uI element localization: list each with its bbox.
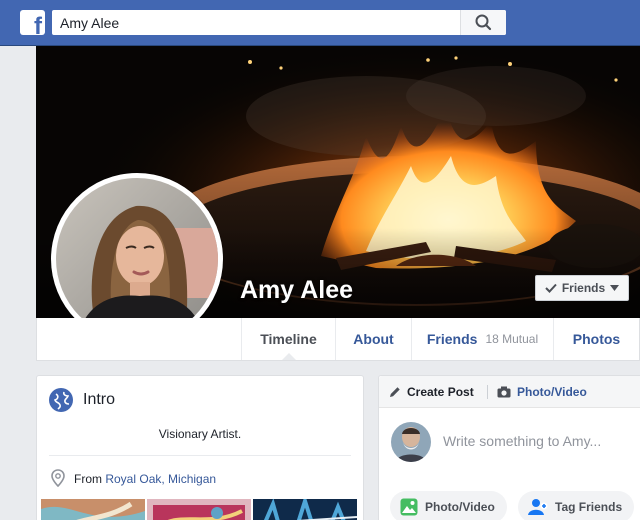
photo-video-button[interactable]: Photo/Video <box>390 491 507 520</box>
tab-about[interactable]: About <box>335 318 411 360</box>
art-thumbnail-image <box>41 499 145 520</box>
facebook-logo[interactable]: f <box>20 10 45 35</box>
tab-timeline[interactable]: Timeline <box>241 318 335 360</box>
search-box <box>52 10 506 35</box>
pencil-icon <box>390 387 400 397</box>
tab-timeline-label: Timeline <box>260 331 317 347</box>
search-input[interactable] <box>52 10 458 35</box>
intro-title: Intro <box>83 391 116 408</box>
photo-thumbnail[interactable] <box>147 499 251 520</box>
caret-down-icon <box>610 285 620 291</box>
tag-friends-button-label: Tag Friends <box>555 500 623 514</box>
intro-bio: Visionary Artist. <box>158 427 242 441</box>
tag-friends-button[interactable]: Tag Friends <box>518 491 635 520</box>
checkmark-icon <box>545 283 557 293</box>
tab-photos-label: Photos <box>572 331 621 347</box>
intro-divider <box>49 455 351 456</box>
photo-thumbnail[interactable] <box>41 499 145 520</box>
intro-card: Intro Visionary Artist. From Royal Oak, … <box>36 375 364 520</box>
location-pin-icon <box>51 469 65 487</box>
photo-video-button-label: Photo/Video <box>425 500 495 514</box>
mutual-friends-count: 18 Mutual <box>485 332 539 346</box>
profile-navigation: Timeline About Friends 18 Mutual Photos <box>36 318 640 361</box>
tab-friends-label: Friends <box>426 331 478 347</box>
photo-video-tab[interactable]: Photo/Video <box>497 376 587 408</box>
photo-icon <box>400 498 418 516</box>
photo-thumbnail[interactable] <box>253 499 357 520</box>
photo-video-tab-label: Photo/Video <box>517 385 587 399</box>
search-button[interactable] <box>460 10 506 35</box>
user-avatar-image <box>391 422 431 462</box>
tab-friends[interactable]: Friends 18 Mutual <box>411 318 553 360</box>
globe-icon <box>49 388 73 412</box>
tag-friends-icon <box>528 499 548 515</box>
tab-photos[interactable]: Photos <box>553 318 639 360</box>
composer-header: Create Post Photo/Video <box>379 376 640 408</box>
create-post-label: Create Post <box>407 385 474 399</box>
friends-button[interactable]: Friends <box>535 275 629 301</box>
art-thumbnail-image <box>147 499 251 520</box>
tab-about-label: About <box>353 331 394 347</box>
profile-photo-image <box>56 178 218 340</box>
friends-button-label: Friends <box>561 281 606 295</box>
composer-input[interactable] <box>443 426 640 456</box>
profile-name[interactable]: Amy Alee <box>240 276 353 305</box>
search-icon <box>475 14 492 31</box>
from-prefix: From <box>74 472 106 486</box>
art-thumbnail-image <box>253 499 357 520</box>
camera-icon <box>497 386 511 398</box>
hometown-link[interactable]: Royal Oak, Michigan <box>105 472 216 486</box>
create-post-tab[interactable]: Create Post <box>389 376 474 408</box>
top-navigation-bar: f <box>0 0 640 46</box>
intro-hometown: From Royal Oak, Michigan <box>74 472 216 486</box>
composer-avatar[interactable] <box>391 422 431 462</box>
composer-tab-separator <box>487 385 488 399</box>
